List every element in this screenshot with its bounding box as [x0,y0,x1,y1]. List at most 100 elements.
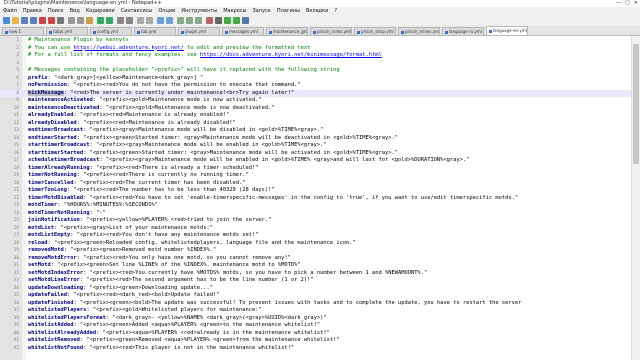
save-all-icon[interactable] [30,17,37,24]
tab[interactable]: new 1 [2,27,44,35]
close-file-icon[interactable] [39,17,46,24]
code-line[interactable]: 10 maintenanceDeactivated: "<prefix><gold… [0,105,632,113]
save-icon[interactable] [21,17,28,24]
code-line[interactable]: 4 [0,60,632,68]
url-link[interactable]: https://docs.adventure.kyori.net/minimes… [200,52,382,58]
close-button[interactable]: ✕ [634,0,638,7]
code-line[interactable]: 8 kickMessage: "<red>The server is curren… [0,89,632,97]
sync-vertical-icon[interactable] [157,17,164,24]
tab[interactable]: prison_ranks.yml [310,27,352,35]
code-line[interactable]: 18 timerAlreadyRunning: "<prefix><red>The… [0,165,632,173]
menu-item[interactable]: Опции [155,7,178,15]
code-line[interactable]: 1 # Maintenance Plugin by kennytv [0,37,632,45]
code-line[interactable]: 27 motdListEmpty: "<prefix><red>You don't… [0,232,632,240]
code-line[interactable]: 37 whitelistedPlayers: "<prefix><gold>Whi… [0,307,632,315]
url-link[interactable]: https://webui.adventure.kyori.net/ [73,45,183,51]
code-line[interactable]: 20 timerCancelled: "<prefix><red>The curr… [0,180,632,188]
code-line[interactable]: 15 starttimerBroadcast: "<prefix><gray>Ma… [0,142,632,150]
tab[interactable]: prison_mines.yml [398,27,440,35]
run-macro-multiple-icon[interactable] [233,17,240,24]
play-macro-icon[interactable] [224,17,231,24]
tab[interactable]: messages.yml [222,27,264,35]
menu-item[interactable]: Поиск [45,7,67,15]
code-line[interactable]: 23 motdTimer: "%HOURS%:%MINUTES%:%SECONDS… [0,202,632,210]
undo-icon[interactable] [97,17,104,24]
code-line[interactable]: 35 updateFailed: "<prefix><red><dark_red>… [0,292,632,300]
code-line[interactable]: 13 endtimerBroadcast: "<prefix><gray>Main… [0,127,632,135]
menu-item[interactable]: Макросы [220,7,249,15]
replace-icon[interactable] [126,17,133,24]
code-line[interactable]: 2 # You can use https://webui.adventure.k… [0,45,632,53]
code-line[interactable]: 36 updateFinished: "<prefix><green><bold>… [0,300,632,308]
code-line[interactable]: 25 joinNotification: "<prefix><yellow>%PL… [0,217,632,225]
code-line[interactable]: 31 setMotd: "<prefix><green>Set line %LIN… [0,262,632,270]
menu-item[interactable]: Плагины [274,7,303,15]
maximize-button[interactable]: □ [625,0,630,7]
tab[interactable]: plugin.yml [178,27,220,35]
code-line[interactable]: 12 alreadyDisabled: "<prefix><red>Mainten… [0,120,632,128]
menu-item[interactable]: Вкладки [303,7,331,15]
code-line[interactable]: 6 prefix: "<dark_gray>[<yellow>Maintenanc… [0,75,632,83]
menu-item[interactable]: Синтаксисы [118,7,156,15]
indent-guide-icon[interactable] [195,17,202,24]
code-line[interactable]: 40 whitelistAlreadyAdded: "<prefix><aqua>… [0,330,632,338]
code-editor[interactable]: 1 # Maintenance Plugin by kennytv 2 # You c… [0,36,632,360]
code-line[interactable]: 22 timerMotdDisabled: "<prefix><red>You h… [0,195,632,203]
minimize-button[interactable]: — [616,0,621,7]
code-line[interactable]: 33 setMotdLineError: "<prefix><red>The se… [0,277,632,285]
zoom-in-icon[interactable] [137,17,144,24]
code-line[interactable]: 38 whitelistedPlayersFormat: "<dark_gray>… [0,315,632,323]
tab-active[interactable]: language-en.yml [486,26,528,35]
menu-item[interactable]: Файл [0,7,20,15]
code-line[interactable]: 11 alreadyEnabled: "<prefix><red>Maintena… [0,112,632,120]
code-line[interactable]: 39 whitelistAdded: "<prefix><green>Added … [0,322,632,330]
menu-item[interactable]: Запуск [250,7,274,15]
code-line[interactable]: 14 endtimerStarted: "<prefix><green>Start… [0,135,632,143]
paste-icon[interactable] [86,17,93,24]
code-line[interactable]: 21 timerTooLong: "<prefix><red>The number… [0,187,632,195]
menu-item[interactable]: Кодировки [83,7,118,15]
show-all-chars-icon[interactable] [186,17,193,24]
scrollbar-thumb[interactable] [633,44,639,164]
menu-item[interactable]: ? [331,7,340,15]
save-macro-icon[interactable] [242,17,249,24]
word-wrap-icon[interactable] [177,17,184,24]
stop-macro-icon[interactable] [215,17,222,24]
menu-item[interactable]: Инструменты [178,7,220,15]
redo-icon[interactable] [106,17,113,24]
tab[interactable]: tab.yml [134,27,176,35]
menu-item[interactable]: Правка [20,7,45,15]
tab[interactable]: language-ru.yml [442,27,484,35]
tab[interactable]: config.yml [90,27,132,35]
sync-horizontal-icon[interactable] [166,17,173,24]
new-file-icon[interactable] [3,17,10,24]
code-line[interactable]: 29 removedMotd: "<prefix><green>Removed m… [0,247,632,255]
record-macro-icon[interactable] [206,17,213,24]
code-line[interactable]: 26 motdList: "<prefix><gray>List of your … [0,225,632,233]
tab[interactable]: maintenance_groups.yml [266,27,308,35]
code-line[interactable]: 7 noPermission: "<prefix><red>You do not … [0,82,632,90]
code-line[interactable]: 28 reload: "<prefix><green>Reloaded confi… [0,240,632,248]
code-line[interactable]: 5 # Messages containing the placeholder "… [0,67,632,75]
zoom-out-icon[interactable] [146,17,153,24]
code-line[interactable]: 24 motdTimerNotRunning: "-" [0,210,632,218]
copy-icon[interactable] [77,17,84,24]
vertical-scrollbar[interactable] [631,36,640,360]
code-line[interactable]: 17 scheduletimerBroadcast: "<prefix><gray… [0,157,632,165]
code-line[interactable]: 3 # For a full list of formats and fancy … [0,52,632,60]
code-line[interactable]: 19 timerNotRunning: "<prefix><red>There i… [0,172,632,180]
close-all-icon[interactable] [48,17,55,24]
code-line[interactable]: 34 updateDownloading: "<prefix><green>Dow… [0,285,632,293]
find-icon[interactable] [117,17,124,24]
print-icon[interactable] [57,17,64,24]
code-line[interactable]: 9 maintenanceActivated: "<prefix><gold>Ma… [0,97,632,105]
code-line[interactable]: 42 whitelistNotFound: "<prefix><red>This … [0,345,632,353]
tab[interactable]: tabpl.yml [46,27,88,35]
code-line[interactable]: 32 setMotdIndexError: "<prefix><red>You c… [0,270,632,278]
tab[interactable]: prison_shop.yml [354,27,396,35]
code-line[interactable]: 16 starttimerStarted: "<prefix><green>Sta… [0,150,632,158]
code-line[interactable]: 30 removeMotdError: "<prefix><red>You onl… [0,255,632,263]
open-file-icon[interactable] [12,17,19,24]
code-line[interactable]: 41 whitelistRemoved: "<prefix><green>Remo… [0,337,632,345]
cut-icon[interactable] [68,17,75,24]
